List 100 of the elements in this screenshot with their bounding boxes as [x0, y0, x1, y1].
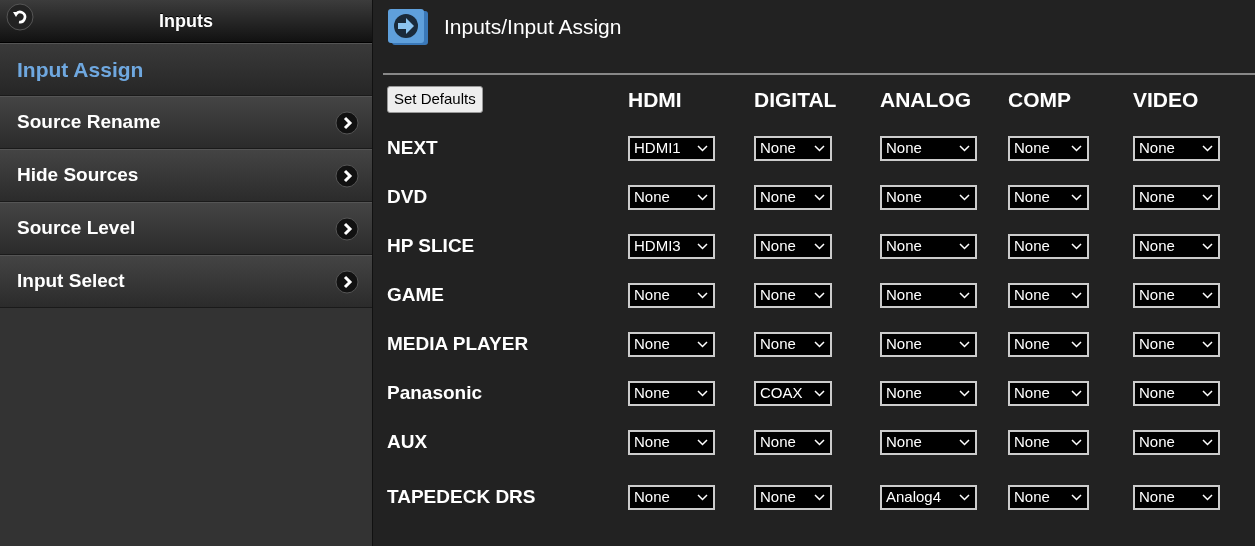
- chevron-down-icon: [697, 243, 708, 250]
- dropdown[interactable]: None: [628, 381, 715, 406]
- dropdown[interactable]: None: [1133, 185, 1220, 210]
- chevron-icon: [335, 216, 359, 241]
- dropdown[interactable]: None: [628, 185, 715, 210]
- chevron-icon: [335, 110, 359, 135]
- dropdown[interactable]: COAX: [754, 381, 832, 406]
- dropdown[interactable]: None: [880, 283, 977, 308]
- chevron-down-icon: [814, 194, 825, 201]
- set-defaults-button[interactable]: Set Defaults: [387, 86, 483, 113]
- column-header: HDMI: [628, 86, 682, 113]
- page-title: Inputs/Input Assign: [444, 14, 622, 41]
- dropdown[interactable]: None: [1133, 234, 1220, 259]
- menu-item[interactable]: Input Select: [0, 255, 372, 308]
- dropdown[interactable]: None: [1133, 381, 1220, 406]
- chevron-down-icon: [1202, 341, 1213, 348]
- chevron-down-icon: [697, 145, 708, 152]
- dropdown[interactable]: None: [1133, 136, 1220, 161]
- dropdown[interactable]: None: [1008, 185, 1089, 210]
- chevron-down-icon: [959, 194, 970, 201]
- column-header: ANALOG: [880, 86, 971, 113]
- chevron-down-icon: [959, 292, 970, 299]
- dropdown[interactable]: None: [1008, 381, 1089, 406]
- chevron-down-icon: [697, 194, 708, 201]
- chevron-down-icon: [697, 494, 708, 501]
- chevron-down-icon: [1202, 194, 1213, 201]
- dropdown[interactable]: None: [628, 332, 715, 357]
- dropdown[interactable]: None: [754, 185, 832, 210]
- dropdown[interactable]: None: [1008, 485, 1089, 510]
- chevron-down-icon: [697, 341, 708, 348]
- chevron-icon: [335, 269, 359, 294]
- source-label: MEDIA PLAYER: [387, 332, 529, 357]
- source-label: AUX: [387, 430, 428, 455]
- chevron-down-icon: [814, 341, 825, 348]
- chevron-down-icon: [1071, 243, 1082, 250]
- chevron-down-icon: [1071, 494, 1082, 501]
- chevron-down-icon: [814, 243, 825, 250]
- dropdown[interactable]: None: [1008, 430, 1089, 455]
- dropdown[interactable]: None: [754, 430, 832, 455]
- source-label: GAME: [387, 283, 444, 308]
- dropdown[interactable]: None: [880, 430, 977, 455]
- dropdown[interactable]: None: [880, 136, 977, 161]
- dropdown[interactable]: None: [1008, 234, 1089, 259]
- menu-item[interactable]: Input Assign: [0, 43, 372, 96]
- dropdown[interactable]: None: [880, 234, 977, 259]
- chevron-down-icon: [1071, 390, 1082, 397]
- menu-item[interactable]: Source Rename: [0, 96, 372, 149]
- menu-item[interactable]: Hide Sources: [0, 149, 372, 202]
- dropdown[interactable]: None: [754, 485, 832, 510]
- chevron-down-icon: [1071, 194, 1082, 201]
- column-header: VIDEO: [1133, 86, 1199, 113]
- chevron-down-icon: [1202, 243, 1213, 250]
- source-label: HP SLICE: [387, 234, 475, 259]
- source-label: DVD: [387, 185, 428, 210]
- dropdown[interactable]: None: [754, 234, 832, 259]
- back-icon[interactable]: [6, 3, 34, 31]
- dropdown[interactable]: None: [754, 136, 832, 161]
- dropdown[interactable]: None: [754, 283, 832, 308]
- dropdown[interactable]: HDMI3: [628, 234, 715, 259]
- chevron-down-icon: [814, 292, 825, 299]
- dropdown[interactable]: None: [754, 332, 832, 357]
- chevron-down-icon: [697, 439, 708, 446]
- dropdown[interactable]: None: [1008, 332, 1089, 357]
- dropdown[interactable]: Analog4: [880, 485, 977, 510]
- dropdown[interactable]: None: [1133, 283, 1220, 308]
- chevron-down-icon: [959, 145, 970, 152]
- dropdown[interactable]: None: [628, 430, 715, 455]
- dropdown[interactable]: None: [880, 185, 977, 210]
- source-label: Panasonic: [387, 381, 483, 406]
- dropdown[interactable]: None: [1133, 430, 1220, 455]
- chevron-down-icon: [814, 494, 825, 501]
- dropdown[interactable]: None: [1008, 283, 1089, 308]
- chevron-down-icon: [959, 341, 970, 348]
- dropdown[interactable]: None: [628, 283, 715, 308]
- chevron-down-icon: [959, 439, 970, 446]
- menu-item[interactable]: Source Level: [0, 202, 372, 255]
- dropdown[interactable]: HDMI1: [628, 136, 715, 161]
- dropdown[interactable]: None: [628, 485, 715, 510]
- chevron-down-icon: [814, 390, 825, 397]
- arrow-icon: [386, 8, 430, 46]
- column-header: COMP: [1008, 86, 1071, 113]
- dropdown[interactable]: None: [1008, 136, 1089, 161]
- dropdown[interactable]: None: [1133, 332, 1220, 357]
- chevron-icon: [335, 163, 359, 188]
- chevron-down-icon: [959, 390, 970, 397]
- chevron-down-icon: [814, 145, 825, 152]
- chevron-down-icon: [1071, 439, 1082, 446]
- chevron-down-icon: [1202, 494, 1213, 501]
- source-label: TAPEDECK DRS: [387, 485, 536, 510]
- dropdown[interactable]: None: [880, 381, 977, 406]
- dropdown[interactable]: None: [880, 332, 977, 357]
- chevron-down-icon: [1071, 145, 1082, 152]
- chevron-down-icon: [1071, 341, 1082, 348]
- chevron-down-icon: [1202, 439, 1213, 446]
- chevron-down-icon: [814, 439, 825, 446]
- source-label: NEXT: [387, 136, 438, 161]
- chevron-down-icon: [697, 390, 708, 397]
- chevron-down-icon: [1071, 292, 1082, 299]
- dropdown[interactable]: None: [1133, 485, 1220, 510]
- chevron-down-icon: [1202, 390, 1213, 397]
